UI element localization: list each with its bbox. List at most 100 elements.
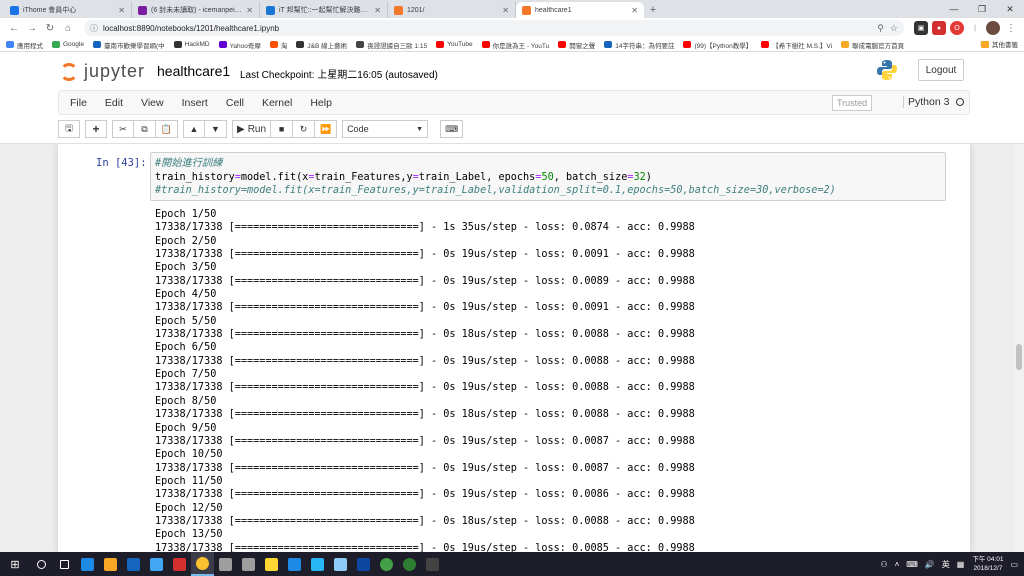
network-icon[interactable]: ⌨ [906,560,918,569]
taskbar-app-green2-icon[interactable] [398,552,421,576]
taskbar-settings-icon[interactable] [237,552,260,576]
other-bookmarks[interactable]: 其他書籤 [981,39,1018,49]
interrupt-icon[interactable]: ■ [271,120,294,138]
ime-indicator[interactable]: 英 [942,559,950,570]
move-down-icon[interactable]: ▼ [205,120,227,138]
taskbar-photoshop-icon[interactable] [352,552,375,576]
taskbar-task-view-icon[interactable] [53,552,76,576]
bookmark-item[interactable]: Google [52,41,84,48]
taskbar-app-red-icon[interactable] [168,552,191,576]
menu-file[interactable]: File [61,97,96,109]
bookmark-item[interactable]: 開窗之聲 [558,40,595,50]
keyboard-icon[interactable]: ▦ [957,560,965,569]
cell-type-select[interactable]: Code ▼ [342,120,429,138]
tray-overflow-icon[interactable]: ˄ [895,560,900,569]
move-up-icon[interactable]: ▲ [183,120,205,138]
cut-icon[interactable]: ✂ [112,120,134,138]
tab-close-icon[interactable]: ✕ [246,6,253,15]
minimize-icon[interactable]: — [940,0,968,18]
browser-tab[interactable]: iThome 會員中心 ✕ [4,2,132,18]
logout-button[interactable]: Logout [918,59,964,81]
scrollbar-thumb[interactable] [1016,344,1022,370]
insert-cell-icon[interactable]: + [85,120,107,138]
bookmark-item[interactable]: 喪證證據自三歐 1:15 [356,40,427,50]
extension-icon-2[interactable]: ● [932,21,946,35]
menu-help[interactable]: Help [301,97,341,109]
copy-icon[interactable]: ⧉ [134,120,156,138]
taskbar-app-blue-icon[interactable] [306,552,329,576]
menu-kebab-icon[interactable]: ⋮ [1004,21,1018,35]
taskbar-app-gray-icon[interactable] [214,552,237,576]
maximize-icon[interactable]: ❐ [968,0,996,18]
menu-view[interactable]: View [132,97,173,109]
taskbar-search-app-icon[interactable] [329,552,352,576]
menu-insert[interactable]: Insert [173,97,217,109]
run-button[interactable]: ▶ Run [232,120,272,138]
reload-icon[interactable]: ↻ [42,20,58,36]
bookmark-item[interactable]: Yahoo奇摩 [218,40,261,50]
bookmark-item[interactable]: (99)【Python教學】 [683,40,752,50]
bookmark-item[interactable]: J&B 線上藝術 [296,40,347,50]
home-icon[interactable]: ⌂ [60,20,76,36]
taskbar-search-icon[interactable] [30,552,53,576]
progress-line: 17338/17338 [===========================… [155,409,695,421]
taskbar-app-green1-icon[interactable] [375,552,398,576]
clock[interactable]: 下午 04:01 2018/12/7 [972,555,1003,573]
volume-icon[interactable]: 🔊 [925,560,935,569]
trusted-indicator[interactable]: Trusted [832,95,873,111]
bookmark-item[interactable]: 應用程式 [6,40,43,50]
notifications-icon[interactable]: ▭ [1010,560,1018,569]
taskbar-calendar-icon[interactable] [145,552,168,576]
extension-icon-3[interactable]: O [950,21,964,35]
tab-close-icon[interactable]: ✕ [631,6,638,15]
taskbar-edge-icon[interactable] [76,552,99,576]
windows-start-icon[interactable]: ⊞ [0,552,30,576]
tab-close-icon[interactable]: ✕ [118,6,125,15]
page-scrollbar[interactable] [1014,144,1024,552]
new-tab-button[interactable]: + [644,2,662,18]
people-icon[interactable]: ⚇ [880,560,887,569]
taskbar-app-yellow-icon[interactable] [260,552,283,576]
zoom-icon[interactable]: ⚲ [877,23,884,34]
paste-icon[interactable]: 📋 [156,120,178,138]
restart-icon[interactable]: ↻ [293,120,316,138]
menu-edit[interactable]: Edit [96,97,132,109]
browser-tab[interactable]: iT 邦幫忙::一起幫忙解決難題，拯 ✕ [260,2,388,18]
restart-run-all-icon[interactable]: ⏩ [315,120,338,138]
bookmark-item[interactable]: 你是誰為王 - YouTu [481,40,549,50]
bookmark-item[interactable]: 聯成電腦官方首頁 [841,40,904,50]
bookmark-item[interactable]: YouTube [436,41,473,48]
jupyter-logo[interactable]: jupyter [60,61,145,82]
save-icon[interactable]: 🖫 [58,120,80,138]
profile-avatar[interactable] [986,21,1000,35]
close-window-icon[interactable]: ✕ [996,0,1024,18]
info-icon[interactable]: ⓘ [90,23,98,34]
bookmark-item[interactable]: 14字符串：為何要註 [604,40,674,50]
taskbar-store-icon[interactable] [122,552,145,576]
forward-icon[interactable]: → [24,20,40,36]
bookmark-item[interactable]: 臺南市歡樂學習網(中 [92,40,165,50]
taskbar-file-explorer-icon[interactable] [99,552,122,576]
app-green2-glyph [403,557,416,571]
extension-icon-1[interactable]: ▣ [914,21,928,35]
menu-kernel[interactable]: Kernel [253,97,301,109]
taskbar-vscode-icon[interactable] [283,552,306,576]
back-icon[interactable]: ← [6,20,22,36]
browser-tab[interactable]: (6 封未未讀取) - icemanpei@yahoo ✕ [132,2,260,18]
bookmark-item[interactable]: HackMD [173,41,210,48]
code-input[interactable]: #開始進行訓練 train_history=model.fit(x=train_F… [150,152,946,201]
tab-close-icon[interactable]: ✕ [502,6,509,15]
menu-cell[interactable]: Cell [217,97,253,109]
bookmark-star-icon[interactable]: ☆ [890,23,898,34]
taskbar-chrome-icon[interactable] [191,552,214,576]
notebook-name[interactable]: healthcare1 [157,63,230,79]
tab-close-icon[interactable]: ✕ [374,6,381,15]
omnibox[interactable]: ⓘ localhost:8890/notebooks/1201/healthca… [84,20,904,36]
bookmark-item[interactable]: 淘 [269,40,287,50]
browser-tab[interactable]: healthcare1 ✕ [516,2,644,18]
url-text[interactable]: localhost:8890/notebooks/1201/healthcare… [103,24,871,33]
bookmark-item[interactable]: 【希下樹社 M.S.】Vi [761,40,832,50]
browser-tab[interactable]: 1201/ ✕ [388,2,516,18]
command-palette-icon[interactable]: ⌨ [440,120,464,138]
taskbar-terminal-icon[interactable] [421,552,444,576]
